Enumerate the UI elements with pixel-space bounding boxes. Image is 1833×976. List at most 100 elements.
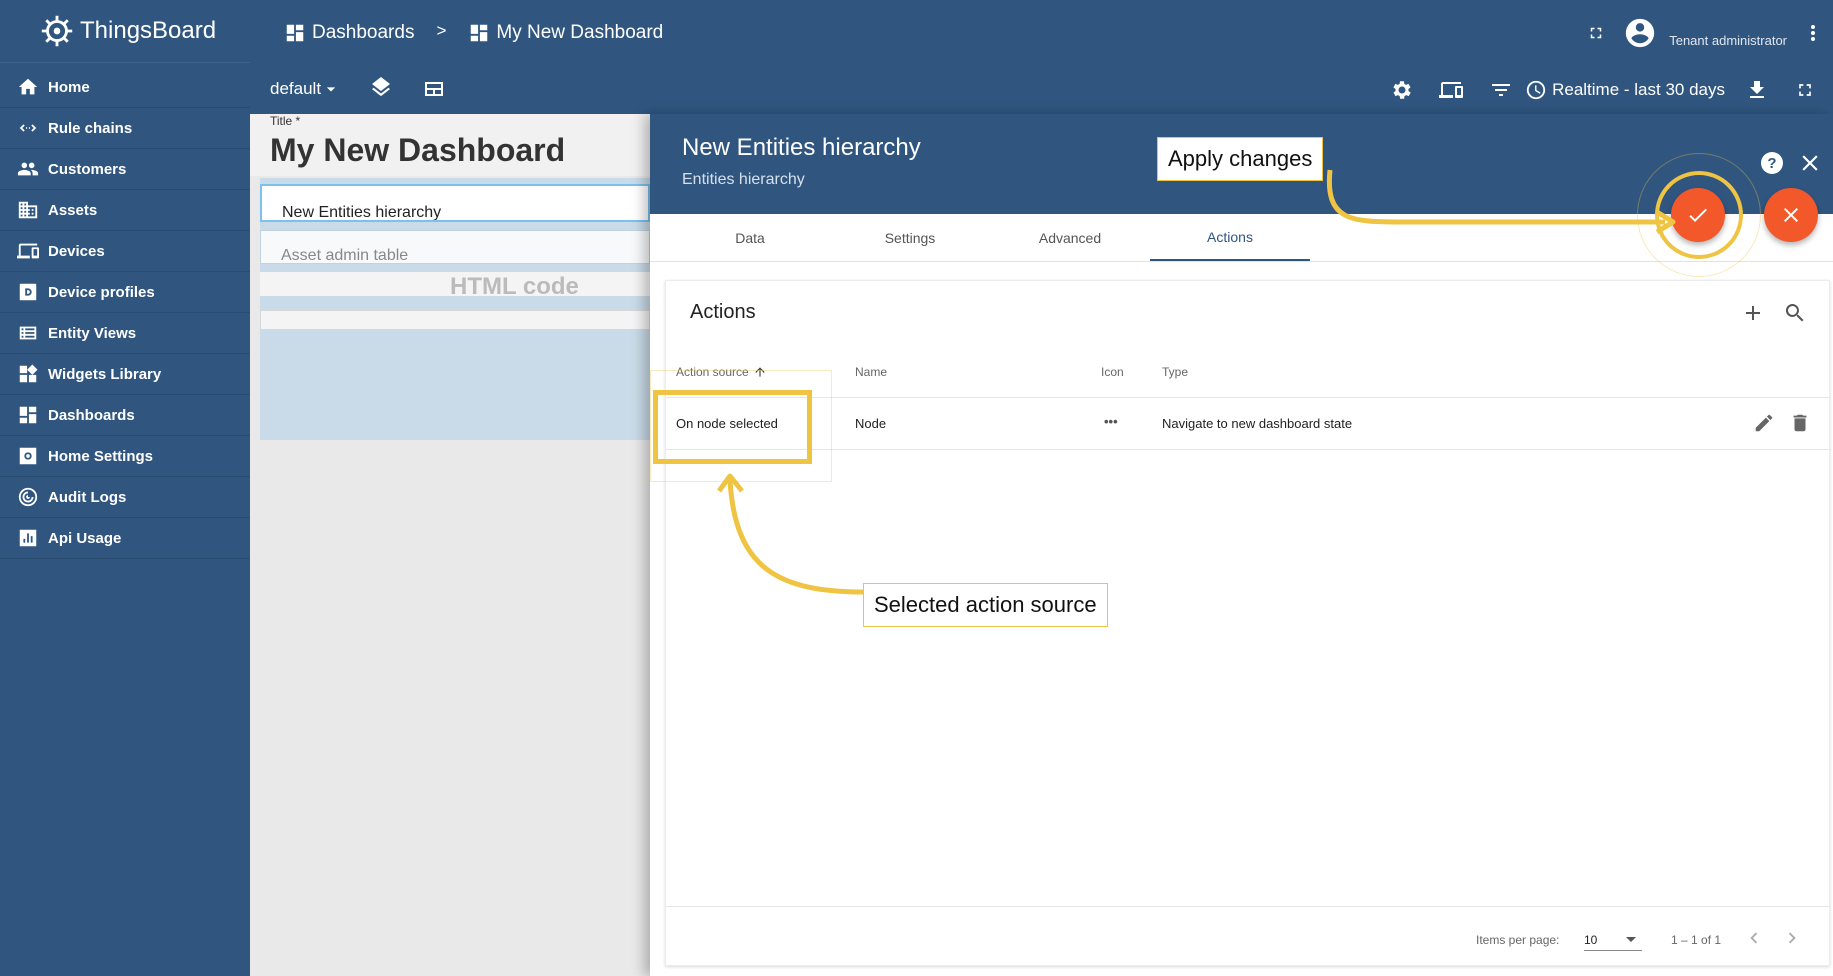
sidebar-item-label: Widgets Library <box>48 365 162 383</box>
next-page-button[interactable] <box>1781 927 1803 952</box>
search-icon[interactable] <box>1783 301 1807 325</box>
page-size-value: 10 <box>1584 933 1598 947</box>
layout-icon[interactable] <box>422 77 446 101</box>
logo[interactable]: ThingsBoard <box>0 0 250 63</box>
sidebar-item-entity-views[interactable]: Entity Views <box>0 313 250 354</box>
add-icon[interactable] <box>1741 301 1765 325</box>
help-icon[interactable]: ? <box>1761 152 1783 174</box>
items-per-page-label: Items per page: <box>1476 933 1560 947</box>
close-icon[interactable] <box>1797 150 1823 176</box>
sidebar-item-home[interactable]: Home <box>0 67 250 108</box>
fullscreen-icon[interactable] <box>1795 80 1815 100</box>
api-usage-icon <box>16 526 40 550</box>
user-role: Tenant administrator <box>1669 33 1787 48</box>
sidebar: ThingsBoard Home Rule chains Customers A… <box>0 0 250 976</box>
apply-changes-callout: Apply changes <box>1157 137 1324 181</box>
settings-icon[interactable] <box>1389 78 1413 102</box>
discard-button[interactable] <box>1764 188 1818 242</box>
arrow-drop-down-icon <box>326 87 336 92</box>
dashboard-toolbar: default Realtime - last 30 days <box>250 65 1833 114</box>
tab-advanced[interactable]: Advanced <box>990 214 1150 261</box>
download-icon[interactable] <box>1745 78 1769 102</box>
assets-icon <box>16 198 40 222</box>
widget-asset-admin-table[interactable]: Asset admin table <box>260 230 650 264</box>
sidebar-item-home-settings[interactable]: Home Settings <box>0 436 250 477</box>
edit-icon[interactable] <box>1753 412 1775 434</box>
row-actions <box>1753 412 1811 434</box>
widget-entities-hierarchy[interactable]: New Entities hierarchy <box>260 184 650 222</box>
top-bar: Dashboards > My New Dashboard Tenant adm… <box>250 0 1833 65</box>
rule-chains-icon <box>16 116 40 140</box>
breadcrumb-label: My New Dashboard <box>496 21 664 43</box>
layers-icon[interactable] <box>369 77 393 101</box>
sidebar-item-dashboards[interactable]: Dashboards <box>0 395 250 436</box>
state-select[interactable]: default <box>270 79 341 99</box>
chevron-left-icon <box>1750 932 1758 944</box>
sidebar-item-label: Home Settings <box>48 447 154 465</box>
page-range: 1 – 1 of 1 <box>1671 933 1722 947</box>
entity-views-icon <box>16 321 40 345</box>
table-row[interactable]: On node selected Node ••• Navigate to ne… <box>666 398 1831 450</box>
state-value: default <box>270 79 322 98</box>
account-circle-icon[interactable] <box>1623 16 1657 50</box>
sidebar-item-devices[interactable]: Devices <box>0 231 250 272</box>
sidebar-item-assets[interactable]: Assets <box>0 190 250 231</box>
dashboard-title-label: Title * <box>270 114 301 128</box>
sidebar-item-rule-chains[interactable]: Rule chains <box>0 108 250 149</box>
breadcrumb-dashboards[interactable]: Dashboards <box>284 22 414 44</box>
device-profiles-icon <box>16 280 40 304</box>
widget-title: HTML code <box>450 273 579 296</box>
breadcrumb-label: Dashboards <box>312 21 415 43</box>
close-icon <box>1784 208 1798 222</box>
fullscreen-icon[interactable] <box>1587 24 1605 42</box>
sidebar-item-label: Rule chains <box>48 119 133 137</box>
filter-list-icon[interactable] <box>1489 78 1513 102</box>
timewindow-selector[interactable]: Realtime - last 30 days <box>1525 79 1725 101</box>
sidebar-item-api-usage[interactable]: Api Usage <box>0 518 250 559</box>
tab-settings[interactable]: Settings <box>830 214 990 261</box>
widget-empty[interactable] <box>260 310 650 330</box>
sidebar-item-device-profiles[interactable]: Device profiles <box>0 272 250 313</box>
sidebar-item-audit-logs[interactable]: Audit Logs <box>0 477 250 518</box>
widgets-library-icon <box>16 362 40 386</box>
sidebar-item-label: Assets <box>48 201 98 219</box>
widget-editor-title: New Entities hierarchy <box>682 134 921 161</box>
tab-data[interactable]: Data <box>670 214 830 261</box>
home-settings-icon <box>16 444 40 468</box>
widget-editor-panel: New Entities hierarchy Entities hierarch… <box>650 114 1833 976</box>
chevron-right-icon <box>1788 932 1796 944</box>
check-icon <box>1689 208 1707 222</box>
more-vert-icon[interactable] <box>1801 21 1825 45</box>
dashboards-icon <box>16 403 40 427</box>
sidebar-item-customers[interactable]: Customers <box>0 149 250 190</box>
delete-icon[interactable] <box>1789 412 1811 434</box>
app-name: ThingsBoard <box>80 17 217 44</box>
breadcrumb-separator: > <box>436 20 447 40</box>
paginator: Items per page: 10 1 – 1 of 1 <box>666 906 1831 966</box>
thingsboard-logo-icon <box>41 15 73 47</box>
breadcrumb-current: My New Dashboard <box>468 22 663 44</box>
sidebar-item-label: Customers <box>48 160 127 178</box>
tab-actions[interactable]: Actions <box>1150 214 1310 261</box>
more-horiz-icon: ••• <box>1104 414 1118 429</box>
apply-button[interactable] <box>1671 188 1725 242</box>
column-icon: Icon <box>1101 365 1124 379</box>
sidebar-item-widgets-library[interactable]: Widgets Library <box>0 354 250 395</box>
widget-html-code[interactable]: HTML code <box>260 272 650 296</box>
page-size-select[interactable]: 10 <box>1584 927 1642 951</box>
devices-icon[interactable] <box>1439 78 1464 102</box>
dashboard-title[interactable]: My New Dashboard <box>270 132 565 169</box>
sidebar-item-label: Dashboards <box>48 406 135 424</box>
actions-toolbar <box>1741 301 1807 325</box>
action-type-cell: Navigate to new dashboard state <box>1162 416 1353 431</box>
sidebar-item-label: Audit Logs <box>48 488 127 506</box>
timewindow-label: Realtime - last 30 days <box>1552 79 1725 99</box>
sidebar-item-label: Device profiles <box>48 283 155 301</box>
widget-title: New Entities hierarchy <box>282 204 442 221</box>
home-icon <box>16 75 40 99</box>
sidebar-menu: Home Rule chains Customers Assets Device… <box>0 67 250 559</box>
clock-icon <box>1526 80 1546 99</box>
sidebar-item-label: Devices <box>48 242 105 260</box>
widget-editor-subtitle: Entities hierarchy <box>682 171 805 188</box>
previous-page-button[interactable] <box>1743 927 1765 952</box>
